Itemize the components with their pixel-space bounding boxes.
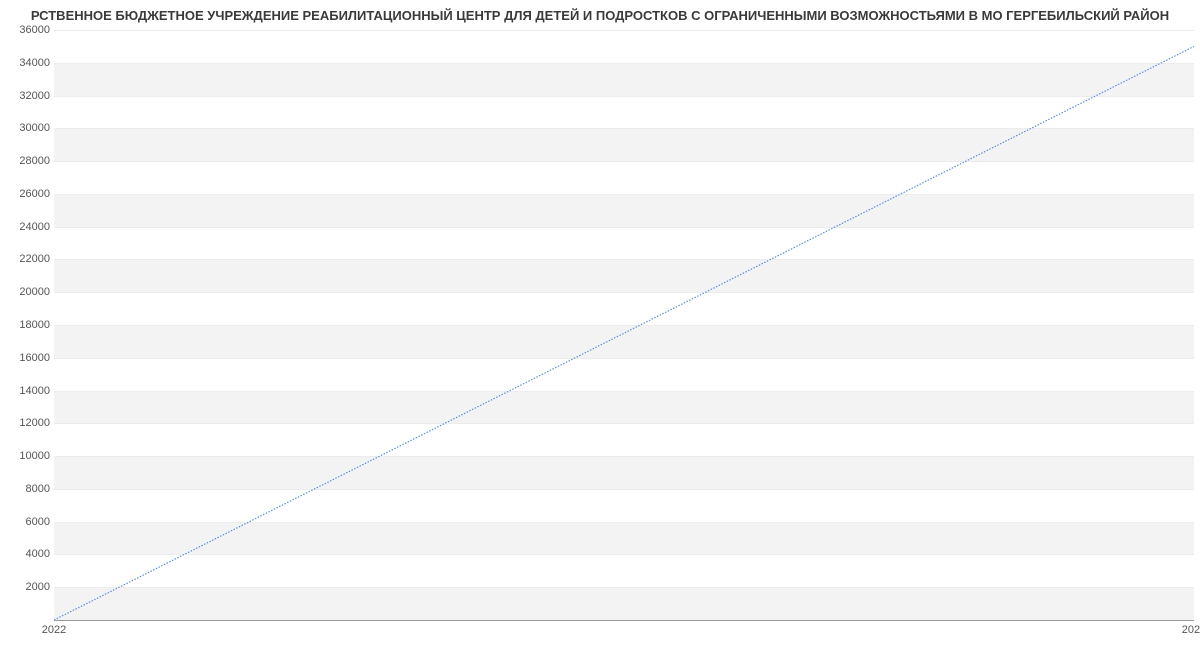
y-tick-label: 16000 [8, 352, 50, 364]
y-tick-label: 12000 [8, 417, 50, 429]
y-tick-label: 4000 [8, 548, 50, 560]
y-tick-label: 24000 [8, 221, 50, 233]
y-tick-label: 28000 [8, 155, 50, 167]
y-tick-label: 20000 [8, 286, 50, 298]
x-axis-line [54, 620, 1194, 621]
y-tick-label: 18000 [8, 319, 50, 331]
y-tick-label: 6000 [8, 516, 50, 528]
y-tick-label: 8000 [8, 483, 50, 495]
plot-area [54, 30, 1194, 620]
y-tick-label: 36000 [8, 24, 50, 36]
y-tick-label: 2000 [8, 581, 50, 593]
x-tick-label: 2024 [1182, 624, 1200, 636]
line-series [54, 30, 1194, 620]
chart-title: РСТВЕННОЕ БЮДЖЕТНОЕ УЧРЕЖДЕНИЕ РЕАБИЛИТА… [0, 8, 1200, 23]
y-tick-label: 10000 [8, 450, 50, 462]
y-tick-label: 26000 [8, 188, 50, 200]
x-tick-label: 2022 [42, 624, 66, 636]
y-tick-label: 30000 [8, 122, 50, 134]
y-tick-label: 32000 [8, 90, 50, 102]
y-tick-label: 22000 [8, 253, 50, 265]
y-tick-label: 14000 [8, 385, 50, 397]
y-tick-label: 34000 [8, 57, 50, 69]
